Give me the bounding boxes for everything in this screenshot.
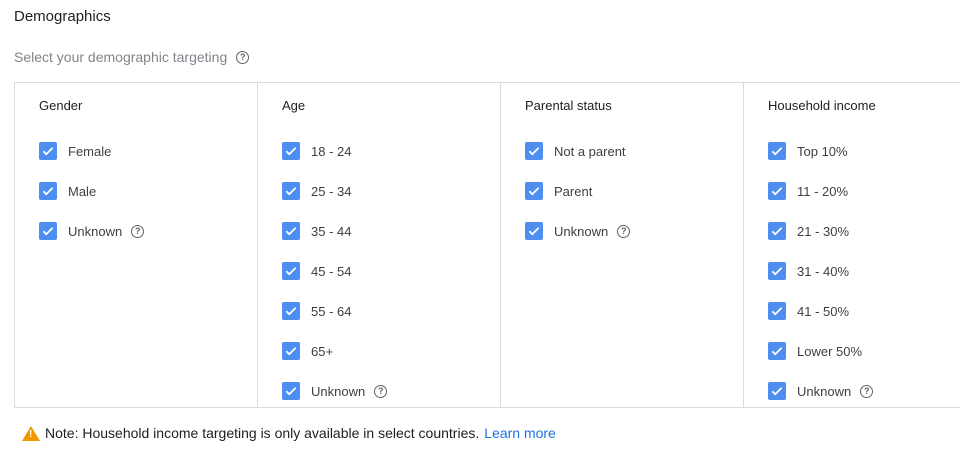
checkbox-label: 45 - 54 [311, 264, 351, 279]
checkbox-item[interactable]: Unknown? [39, 211, 257, 251]
checkbox-checked-icon[interactable] [282, 382, 300, 400]
checkbox-item[interactable]: Unknown? [525, 211, 743, 251]
column-age: Age18 - 2425 - 3435 - 4445 - 5455 - 6465… [258, 83, 501, 407]
column-parental-status: Parental statusNot a parentParentUnknown… [501, 83, 744, 407]
warning-icon: ! [22, 426, 40, 441]
checkbox-checked-icon[interactable] [282, 302, 300, 320]
checkbox-item[interactable]: 65+ [282, 331, 500, 371]
checkbox-checked-icon[interactable] [768, 342, 786, 360]
subtitle-text: Select your demographic targeting [14, 49, 227, 65]
checkbox-item[interactable]: 41 - 50% [768, 291, 960, 331]
checkbox-checked-icon[interactable] [525, 222, 543, 240]
checkbox-checked-icon[interactable] [282, 262, 300, 280]
checkbox-checked-icon[interactable] [768, 302, 786, 320]
checkbox-checked-icon[interactable] [282, 142, 300, 160]
checkbox-label: 41 - 50% [797, 304, 849, 319]
checkbox-checked-icon[interactable] [282, 182, 300, 200]
column-household-income: Household incomeTop 10%11 - 20%21 - 30%3… [744, 83, 960, 407]
note-text: Note: Household income targeting is only… [45, 425, 479, 441]
checkbox-checked-icon[interactable] [768, 142, 786, 160]
checkbox-item[interactable]: 45 - 54 [282, 251, 500, 291]
checkbox-item[interactable]: 35 - 44 [282, 211, 500, 251]
checkbox-label: Unknown [68, 224, 122, 239]
checkbox-checked-icon[interactable] [282, 222, 300, 240]
checkbox-label: Lower 50% [797, 344, 862, 359]
checkbox-item[interactable]: Parent [525, 171, 743, 211]
checkbox-label: 65+ [311, 344, 333, 359]
checkbox-item[interactable]: 31 - 40% [768, 251, 960, 291]
section-title: Demographics [14, 8, 111, 25]
column-gender: GenderFemaleMaleUnknown? [15, 83, 258, 407]
checkbox-item[interactable]: Female [39, 131, 257, 171]
learn-more-link[interactable]: Learn more [484, 425, 556, 441]
checkbox-checked-icon[interactable] [768, 182, 786, 200]
help-icon[interactable]: ? [131, 225, 144, 238]
checkbox-label: Unknown [311, 384, 365, 399]
checkbox-checked-icon[interactable] [282, 342, 300, 360]
checkbox-item[interactable]: 11 - 20% [768, 171, 960, 211]
checkbox-label: Male [68, 184, 96, 199]
checkbox-checked-icon[interactable] [39, 222, 57, 240]
checkbox-label: 35 - 44 [311, 224, 351, 239]
checkbox-label: Parent [554, 184, 592, 199]
checkbox-checked-icon[interactable] [768, 222, 786, 240]
checkbox-label: Top 10% [797, 144, 848, 159]
checkbox-item[interactable]: 18 - 24 [282, 131, 500, 171]
checkbox-label: 11 - 20% [797, 184, 848, 199]
checkbox-label: Female [68, 144, 111, 159]
checkbox-checked-icon[interactable] [39, 182, 57, 200]
checkbox-label: 25 - 34 [311, 184, 351, 199]
checkbox-item[interactable]: Not a parent [525, 131, 743, 171]
checkbox-label: Not a parent [554, 144, 626, 159]
checkbox-item[interactable]: 55 - 64 [282, 291, 500, 331]
checkbox-label: 18 - 24 [311, 144, 351, 159]
checkbox-checked-icon[interactable] [39, 142, 57, 160]
checkbox-checked-icon[interactable] [525, 182, 543, 200]
note: ! Note: Household income targeting is on… [22, 425, 556, 441]
checkbox-checked-icon[interactable] [768, 262, 786, 280]
subtitle: Select your demographic targeting? [14, 49, 249, 65]
help-icon[interactable]: ? [236, 51, 249, 64]
help-icon[interactable]: ? [374, 385, 387, 398]
checkbox-item[interactable]: 21 - 30% [768, 211, 960, 251]
help-icon[interactable]: ? [617, 225, 630, 238]
demographics-grid: GenderFemaleMaleUnknown?Age18 - 2425 - 3… [14, 82, 960, 408]
checkbox-item[interactable]: Top 10% [768, 131, 960, 171]
checkbox-item[interactable]: 25 - 34 [282, 171, 500, 211]
checkbox-label: 31 - 40% [797, 264, 849, 279]
checkbox-item[interactable]: Unknown? [768, 371, 960, 411]
help-icon[interactable]: ? [860, 385, 873, 398]
checkbox-checked-icon[interactable] [525, 142, 543, 160]
checkbox-label: Unknown [554, 224, 608, 239]
checkbox-label: 55 - 64 [311, 304, 351, 319]
checkbox-item[interactable]: Unknown? [282, 371, 500, 411]
checkbox-label: Unknown [797, 384, 851, 399]
checkbox-item[interactable]: Lower 50% [768, 331, 960, 371]
checkbox-checked-icon[interactable] [768, 382, 786, 400]
checkbox-label: 21 - 30% [797, 224, 849, 239]
checkbox-item[interactable]: Male [39, 171, 257, 211]
